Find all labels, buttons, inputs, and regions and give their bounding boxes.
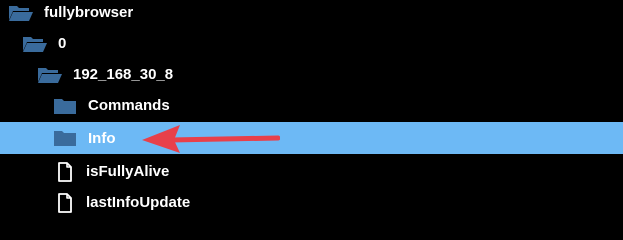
folder-icon (52, 96, 78, 116)
tree-item-0[interactable]: 0 (0, 28, 623, 59)
tree-item-label: 0 (58, 35, 67, 52)
file-icon (55, 161, 75, 182)
folder-icon (52, 128, 78, 148)
tree-item-fullybrowser[interactable]: fullybrowser (0, 0, 623, 28)
folder-open-icon (37, 65, 63, 85)
tree-item-label: Info (88, 129, 116, 147)
tree-item-info[interactable]: Info (0, 122, 623, 154)
file-icon (55, 192, 75, 213)
tree-item-label: fullybrowser (44, 4, 134, 21)
tree-item-label: 192_168_30_8 (73, 66, 174, 83)
tree-item-commands[interactable]: Commands (0, 90, 623, 121)
tree-item-label: Commands (88, 97, 170, 114)
tree-item-label: lastInfoUpdate (86, 194, 191, 211)
tree-item-label: isFullyAlive (86, 163, 170, 180)
tree-item-isfullyalive[interactable]: isFullyAlive (0, 156, 623, 187)
tree-item-lastinfoupdate[interactable]: lastInfoUpdate (0, 187, 623, 218)
folder-open-icon (8, 3, 34, 23)
tree-item-192-168-30-8[interactable]: 192_168_30_8 (0, 59, 623, 90)
file-tree: fullybrowser 0 192_168_30_8 Commands Inf… (0, 0, 623, 224)
folder-open-icon (22, 34, 48, 54)
